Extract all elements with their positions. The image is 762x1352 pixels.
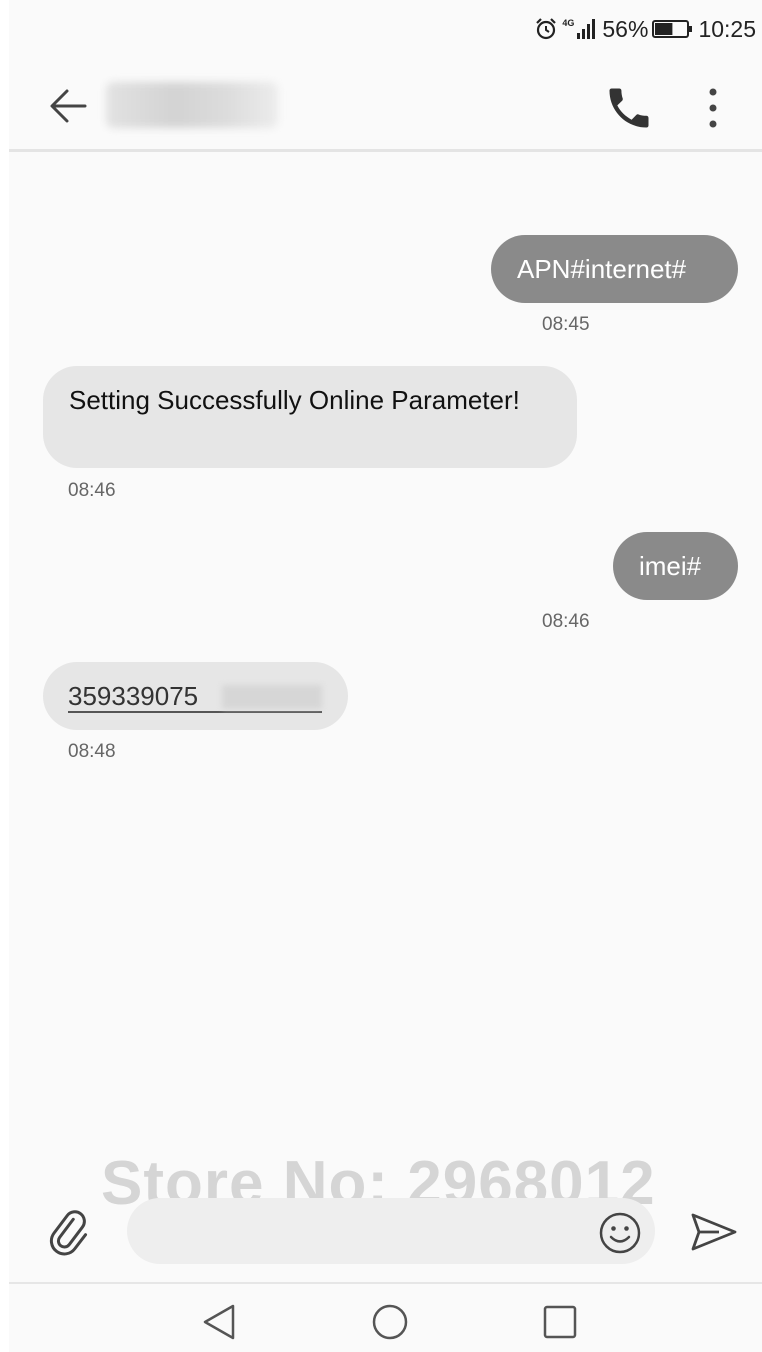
received-message-bubble[interactable]: 359339075 bbox=[43, 662, 348, 730]
conversation-header bbox=[9, 58, 762, 152]
received-message-bubble[interactable]: Setting Successfully Online Parameter! bbox=[43, 366, 577, 468]
signal-icon bbox=[577, 19, 596, 39]
message-text: 359339075 bbox=[68, 681, 199, 711]
status-icons: 4G 56% 10:25 bbox=[534, 14, 756, 44]
back-arrow-icon[interactable] bbox=[43, 80, 95, 132]
nav-recents-icon[interactable] bbox=[543, 1305, 577, 1339]
send-icon[interactable] bbox=[689, 1210, 739, 1254]
message-timestamp: 08:46 bbox=[542, 611, 590, 632]
nav-back-icon[interactable] bbox=[201, 1302, 237, 1342]
alarm-icon bbox=[536, 18, 557, 40]
contact-name[interactable] bbox=[106, 82, 278, 128]
system-navigation-bar bbox=[9, 1282, 762, 1352]
message-timestamp: 08:48 bbox=[68, 741, 116, 762]
phone-icon[interactable] bbox=[603, 82, 655, 134]
battery-icon bbox=[652, 20, 693, 38]
message-input[interactable] bbox=[127, 1198, 655, 1264]
message-text: Setting Successfully Online Parameter! bbox=[69, 385, 520, 415]
message-timestamp: 08:45 bbox=[542, 314, 590, 335]
status-bar: 4G 56% 10:25 bbox=[9, 0, 762, 58]
paperclip-icon[interactable] bbox=[45, 1208, 93, 1256]
more-vert-icon[interactable] bbox=[699, 82, 727, 134]
sent-message-bubble[interactable]: APN#internet# bbox=[491, 235, 738, 303]
sent-message-bubble[interactable]: imei# bbox=[613, 532, 738, 600]
message-text: imei# bbox=[639, 551, 702, 581]
status-time: 10:25 bbox=[698, 15, 756, 42]
imei-number-link[interactable]: 359339075 bbox=[68, 681, 322, 713]
messaging-screen: 4G 56% 10:25 APN#internet# 08:45 Setting… bbox=[9, 0, 762, 1352]
emoji-icon[interactable] bbox=[597, 1210, 643, 1256]
message-text: APN#internet# bbox=[517, 254, 687, 284]
message-timestamp: 08:46 bbox=[68, 480, 116, 501]
network-type-label: 4G bbox=[562, 17, 575, 28]
battery-fill bbox=[655, 23, 673, 35]
battery-percent: 56% bbox=[602, 15, 649, 42]
redacted-digits bbox=[222, 685, 322, 709]
nav-home-icon[interactable] bbox=[371, 1303, 409, 1341]
